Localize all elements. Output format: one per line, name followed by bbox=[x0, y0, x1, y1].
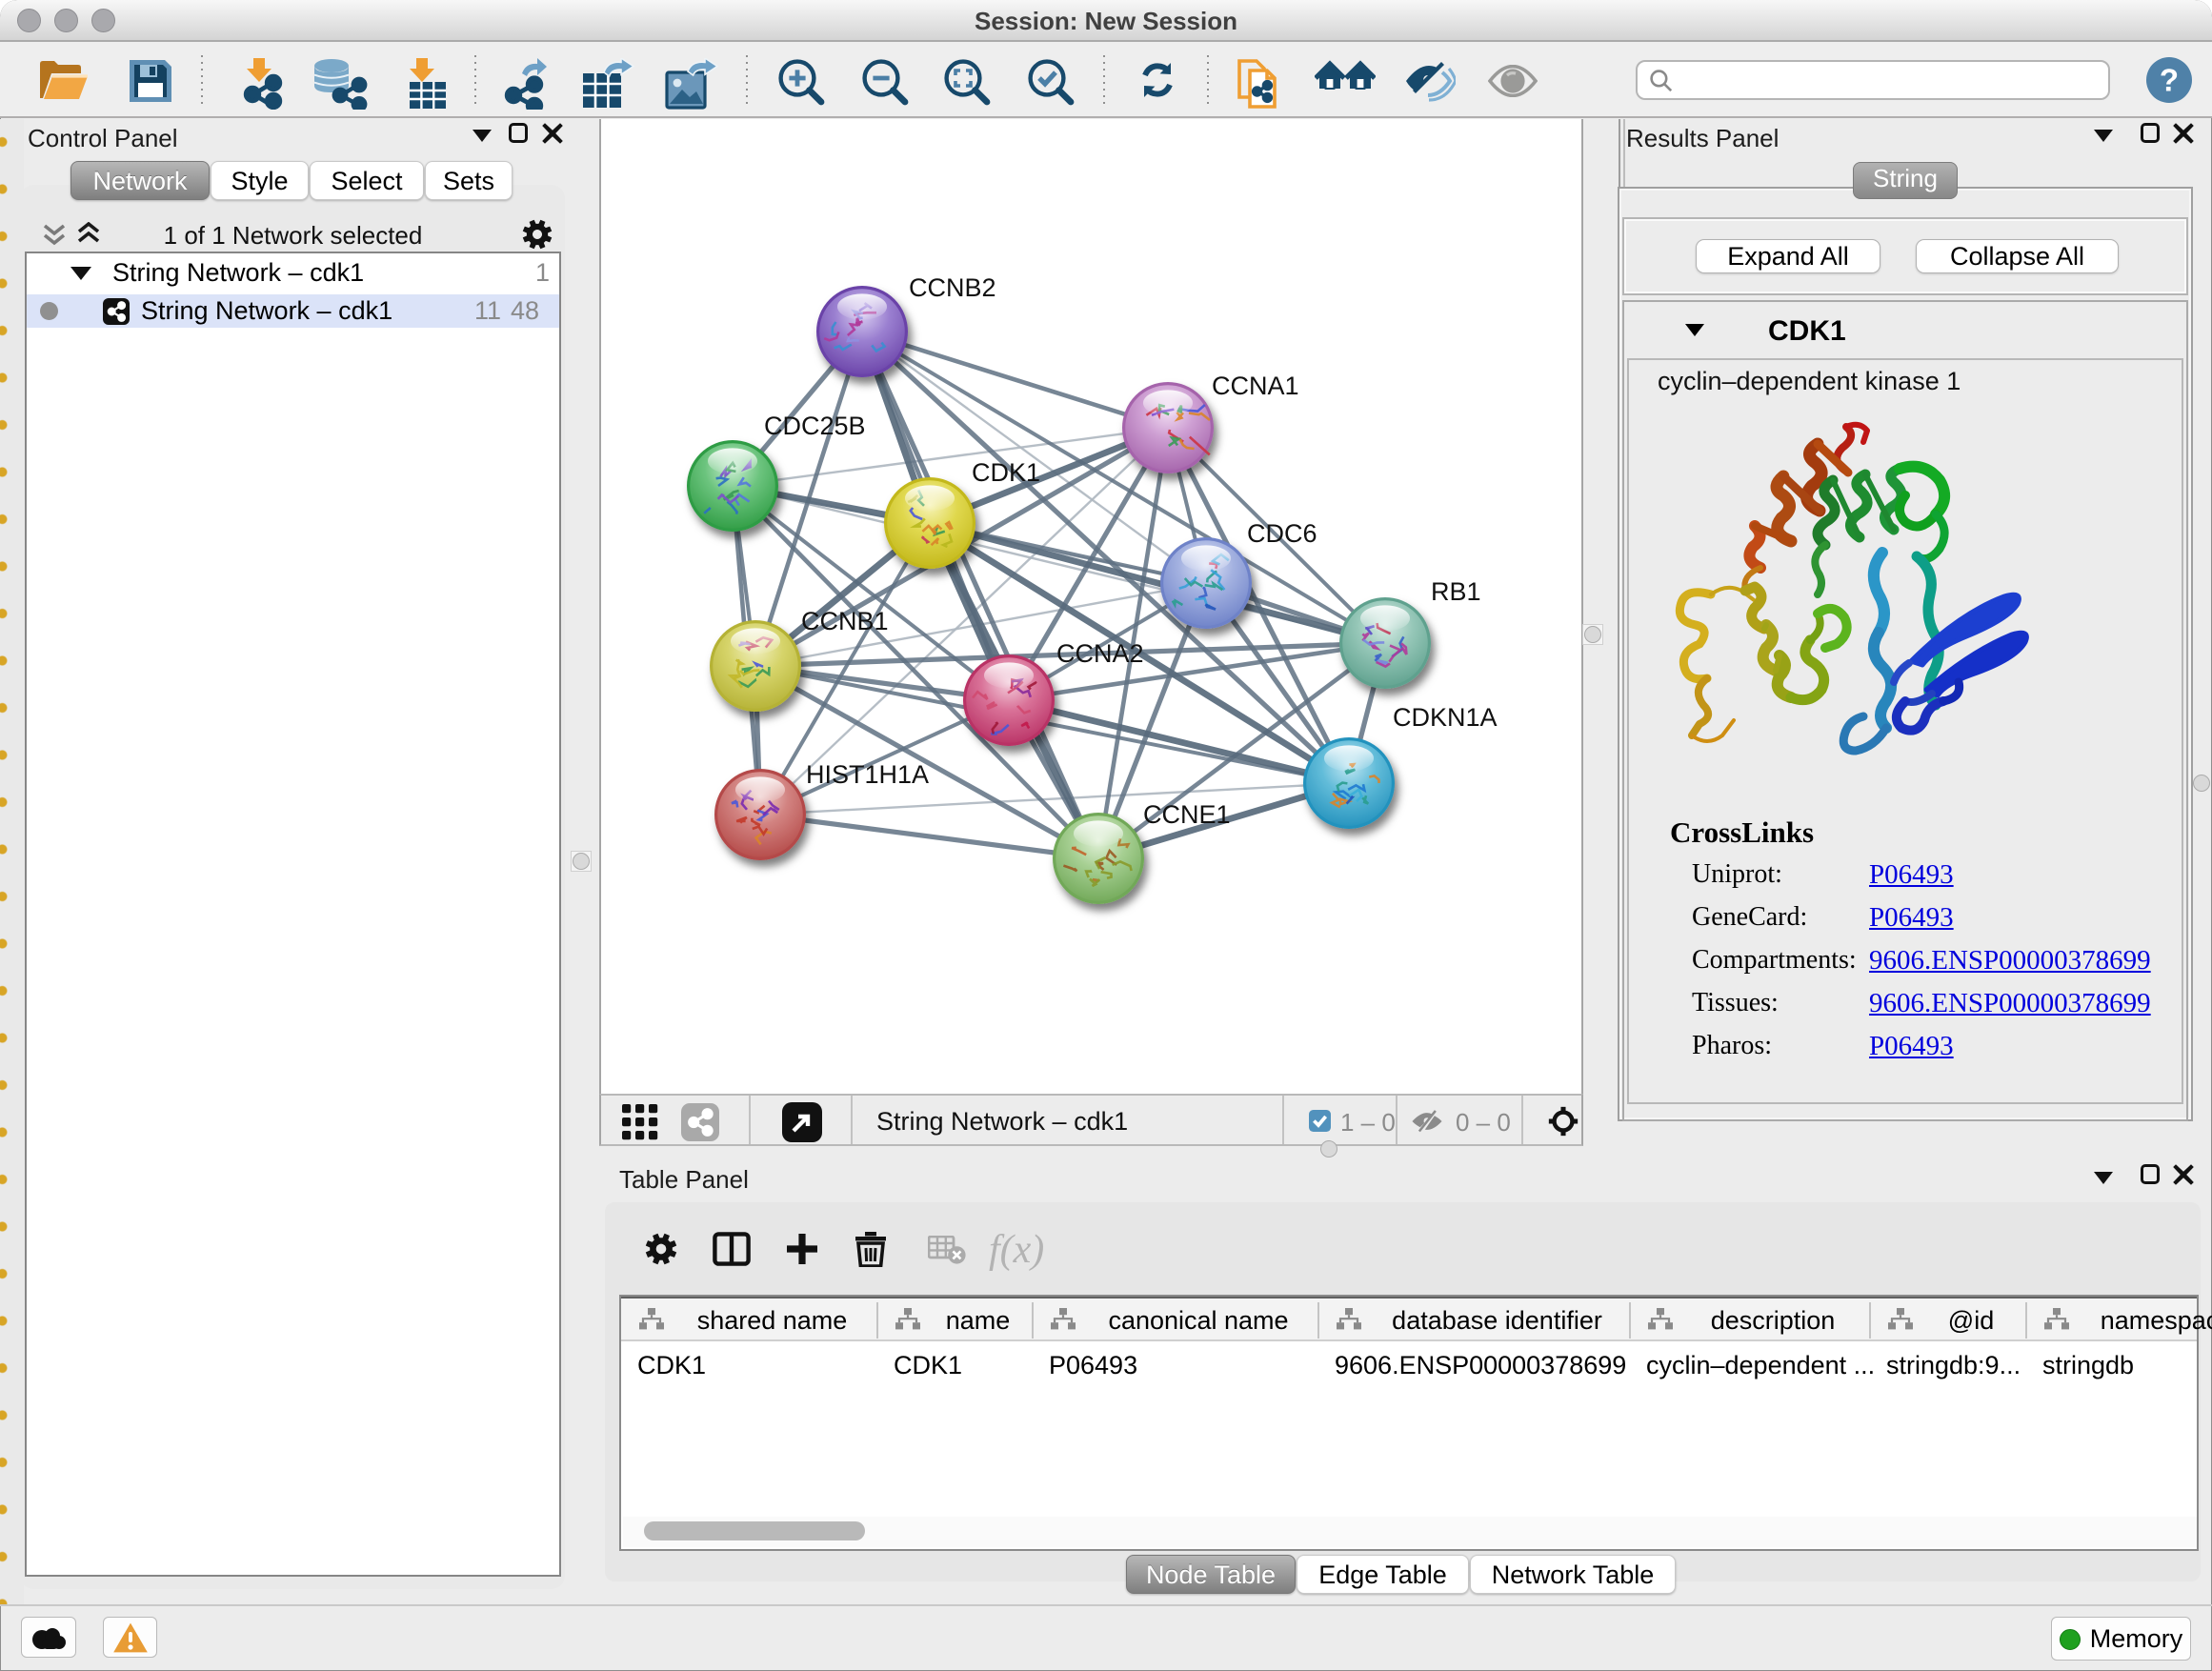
svg-text:?: ? bbox=[2160, 62, 2179, 97]
svg-text:CCNB2: CCNB2 bbox=[909, 273, 996, 302]
svg-text:CDKN1A: CDKN1A bbox=[1393, 703, 1498, 732]
svg-text:CCNB1: CCNB1 bbox=[801, 607, 889, 635]
svg-text:CDC6: CDC6 bbox=[1247, 519, 1317, 548]
svg-text:CDK1: CDK1 bbox=[972, 458, 1040, 487]
svg-text:CCNE1: CCNE1 bbox=[1143, 800, 1231, 829]
svg-text:RB1: RB1 bbox=[1431, 577, 1481, 606]
svg-text:CCNA1: CCNA1 bbox=[1212, 372, 1299, 400]
svg-text:CDC25B: CDC25B bbox=[764, 412, 866, 440]
svg-text:HIST1H1A: HIST1H1A bbox=[806, 760, 929, 789]
svg-text:CCNA2: CCNA2 bbox=[1056, 639, 1144, 668]
